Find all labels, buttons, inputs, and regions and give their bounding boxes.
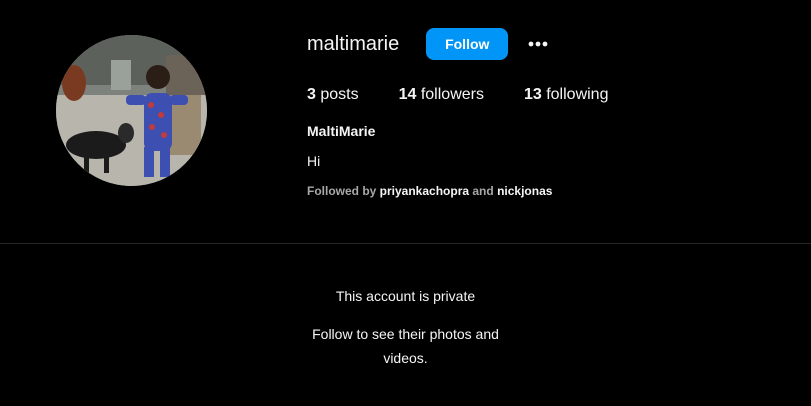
- section-divider: [0, 243, 811, 244]
- following-stat[interactable]: 13 following: [524, 86, 609, 104]
- posts-stat: 3 posts: [307, 86, 359, 104]
- username: maltimarie: [307, 32, 400, 55]
- profile-bio: Hi: [307, 153, 321, 169]
- follow-button[interactable]: Follow: [426, 28, 509, 60]
- followed-by[interactable]: Followed by priyankachopra and nickjonas: [307, 184, 787, 198]
- private-title: This account is private: [335, 288, 476, 304]
- followed-by-user-2[interactable]: nickjonas: [497, 184, 552, 198]
- posts-count: 3: [307, 86, 316, 103]
- followed-by-prefix: Followed by: [307, 184, 380, 198]
- profile-top-row: maltimarie Follow: [307, 28, 787, 60]
- followers-count: 14: [398, 86, 417, 103]
- posts-label: posts: [315, 86, 359, 103]
- following-label: following: [541, 86, 609, 103]
- following-count: 13: [523, 86, 542, 103]
- profile-avatar[interactable]: [56, 35, 207, 186]
- more-horizontal-icon: [528, 41, 548, 47]
- followers-label: followers: [416, 86, 484, 103]
- private-account-notice: This account is private Follow to see th…: [0, 287, 811, 370]
- more-options-button[interactable]: [526, 32, 550, 56]
- avatar-photo: [56, 35, 207, 186]
- followers-stat[interactable]: 14 followers: [399, 86, 484, 104]
- followed-by-and: and: [469, 184, 498, 198]
- followed-by-user-1[interactable]: priyankachopra: [380, 184, 469, 198]
- private-subtitle: Follow to see their photos and videos.: [312, 326, 499, 366]
- profile-stats: 3 posts 14 followers 13 following: [307, 86, 787, 104]
- profile-header: maltimarie Follow 3 posts 14 followers 1…: [307, 28, 787, 198]
- profile-full-name: MaltiMarie: [307, 123, 376, 139]
